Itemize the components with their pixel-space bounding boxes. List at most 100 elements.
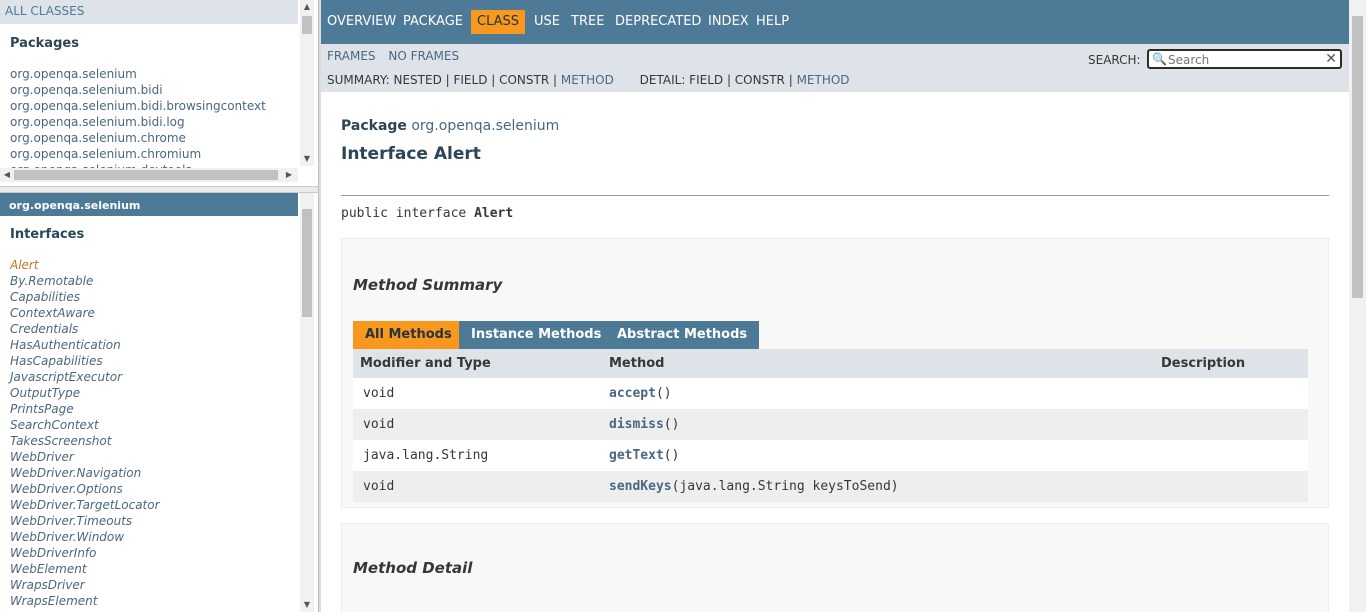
interface-signature: public interface Alert <box>341 206 513 221</box>
current-package-bar[interactable]: org.openqa.selenium <box>0 193 298 216</box>
interface-link[interactable]: PrintsPage <box>10 401 160 417</box>
interface-link[interactable]: OutputType <box>10 385 160 401</box>
interface-link[interactable]: TakesScreenshot <box>10 433 160 449</box>
column-header: Description <box>1161 356 1246 371</box>
nav-use[interactable]: USE <box>528 10 566 34</box>
scroll-down-arrow-icon[interactable]: ▼ <box>300 598 314 612</box>
method-summary-section: Method Summary All Methods Instance Meth… <box>341 238 1329 508</box>
packages-frame: ALL CLASSES Packages org.openqa.selenium… <box>0 0 318 186</box>
package-link[interactable]: org.openqa.selenium <box>10 66 266 82</box>
modifier-type-cell: void <box>363 417 395 432</box>
scrollbar-thumb[interactable] <box>302 209 312 317</box>
classes-vertical-scrollbar[interactable]: ▼ <box>300 193 314 612</box>
method-summary-table: Modifier and Type Method Description voi… <box>353 349 1308 502</box>
tab-abstract-methods[interactable]: Abstract Methods <box>605 321 760 349</box>
method-cell: dismiss() <box>609 409 679 440</box>
tab-all-methods[interactable]: All Methods <box>353 321 464 349</box>
interface-link[interactable]: WebDriver.Options <box>10 481 160 497</box>
sub-navigation-bar: FRAMES NO FRAMES SUMMARY: NESTED | FIELD… <box>321 44 1349 92</box>
left-navigation-pane: ALL CLASSES Packages org.openqa.selenium… <box>0 0 318 612</box>
method-params: () <box>663 448 680 463</box>
method-cell: accept() <box>609 378 672 409</box>
nav-deprecated[interactable]: DEPRECATED <box>609 10 707 34</box>
interface-link[interactable]: HasCapabilities <box>10 353 160 369</box>
content-vertical-scrollbar[interactable] <box>1349 0 1366 612</box>
interface-link[interactable]: HasAuthentication <box>10 337 160 353</box>
scroll-left-arrow-icon[interactable]: ◀ <box>0 168 14 182</box>
interfaces-heading: Interfaces <box>10 227 85 242</box>
package-line: Package org.openqa.selenium <box>341 118 559 134</box>
interface-link[interactable]: WebElement <box>10 561 160 577</box>
package-link[interactable]: org.openqa.selenium <box>411 118 559 134</box>
scroll-up-arrow-icon[interactable]: ▲ <box>300 0 314 14</box>
classes-frame: org.openqa.selenium Interfaces Alert By.… <box>0 193 318 612</box>
all-classes-link[interactable]: ALL CLASSES <box>0 0 298 24</box>
no-frames-link[interactable]: NO FRAMES <box>388 49 459 63</box>
interface-link[interactable]: WebDriver.Window <box>10 529 160 545</box>
scroll-right-arrow-icon[interactable]: ▶ <box>282 168 296 182</box>
package-link[interactable]: org.openqa.selenium.bidi.log <box>10 114 266 130</box>
scrollbar-thumb[interactable] <box>1352 16 1363 298</box>
divider <box>341 195 1329 196</box>
modifier-type-cell: void <box>363 386 395 401</box>
scrollbar-thumb[interactable] <box>14 170 278 180</box>
interface-link[interactable]: JavascriptExecutor <box>10 369 160 385</box>
detail-method-link[interactable]: METHOD <box>797 73 850 87</box>
search-input[interactable] <box>1168 52 1318 67</box>
method-link[interactable]: dismiss <box>609 417 664 432</box>
clear-search-icon[interactable]: ✕ <box>1325 51 1337 67</box>
interface-link[interactable]: WebDriverInfo <box>10 545 160 561</box>
tab-instance-methods[interactable]: Instance Methods <box>459 321 614 349</box>
interface-link[interactable]: WebDriver.Timeouts <box>10 513 160 529</box>
nav-tree[interactable]: TREE <box>565 10 610 34</box>
scroll-down-arrow-icon[interactable]: ▼ <box>300 152 314 166</box>
nav-package[interactable]: PACKAGE <box>397 10 469 34</box>
scrollbar-thumb[interactable] <box>302 16 312 34</box>
search-icon: 🔍 <box>1152 52 1167 66</box>
method-link[interactable]: getText <box>609 448 664 463</box>
nav-index[interactable]: INDEX <box>702 10 755 34</box>
package-list: org.openqa.selenium org.openqa.selenium.… <box>10 66 266 178</box>
interface-link[interactable]: By.Remotable <box>10 273 160 289</box>
packages-horizontal-scrollbar[interactable]: ◀ ▶ <box>0 168 298 182</box>
summary-method-link[interactable]: METHOD <box>561 73 614 87</box>
nav-overview[interactable]: OVERVIEW <box>321 10 402 34</box>
search-box[interactable]: 🔍 ✕ <box>1147 49 1342 69</box>
packages-vertical-scrollbar[interactable]: ▲ ▼ <box>300 0 314 166</box>
interface-list: Alert By.Remotable Capabilities ContextA… <box>10 257 160 609</box>
modifier-type-cell: void <box>363 479 395 494</box>
nav-help[interactable]: HELP <box>750 10 795 34</box>
method-params: () <box>655 386 672 401</box>
interface-link[interactable]: WebDriver.Navigation <box>10 465 160 481</box>
interface-link[interactable]: Capabilities <box>10 289 160 305</box>
frame-divider[interactable] <box>0 186 318 193</box>
interface-link[interactable]: SearchContext <box>10 417 160 433</box>
interface-link[interactable]: Credentials <box>10 321 160 337</box>
interface-link[interactable]: WrapsDriver <box>10 577 160 593</box>
package-label: Package <box>341 118 407 134</box>
modifier-type-cell: java.lang.String <box>363 448 489 463</box>
interface-link[interactable]: WebDriver <box>10 449 160 465</box>
interface-link[interactable]: WebDriver.TargetLocator <box>10 497 160 513</box>
method-cell: sendKeys (java.lang.String keysToSend) <box>609 471 899 502</box>
method-detail-section: Method Detail <box>341 523 1329 612</box>
column-header: Method <box>609 356 665 371</box>
column-header: Modifier and Type <box>360 356 491 371</box>
interface-link[interactable]: WrapsElement <box>10 593 160 609</box>
method-params: () <box>663 417 680 432</box>
method-link[interactable]: accept <box>609 386 656 401</box>
package-link[interactable]: org.openqa.selenium.bidi <box>10 82 266 98</box>
method-summary-heading: Method Summary <box>353 276 503 294</box>
search-label: SEARCH: <box>1088 53 1141 67</box>
interface-link[interactable]: ContextAware <box>10 305 160 321</box>
package-link[interactable]: org.openqa.selenium.bidi.browsingcontext <box>10 98 266 114</box>
package-link[interactable]: org.openqa.selenium.chrome <box>10 130 266 146</box>
table-row: void sendKeys (java.lang.String keysToSen… <box>353 471 1308 502</box>
frames-link[interactable]: FRAMES <box>327 49 376 63</box>
table-row: void dismiss() <box>353 409 1308 440</box>
detail-nav-text: DETAIL: FIELD | CONSTR | <box>639 73 797 87</box>
summary-nav-text: SUMMARY: NESTED | FIELD | CONSTR | <box>327 73 561 87</box>
interface-link[interactable]: Alert <box>10 257 160 273</box>
method-link[interactable]: sendKeys <box>609 479 672 494</box>
package-link[interactable]: org.openqa.selenium.chromium <box>10 146 266 162</box>
